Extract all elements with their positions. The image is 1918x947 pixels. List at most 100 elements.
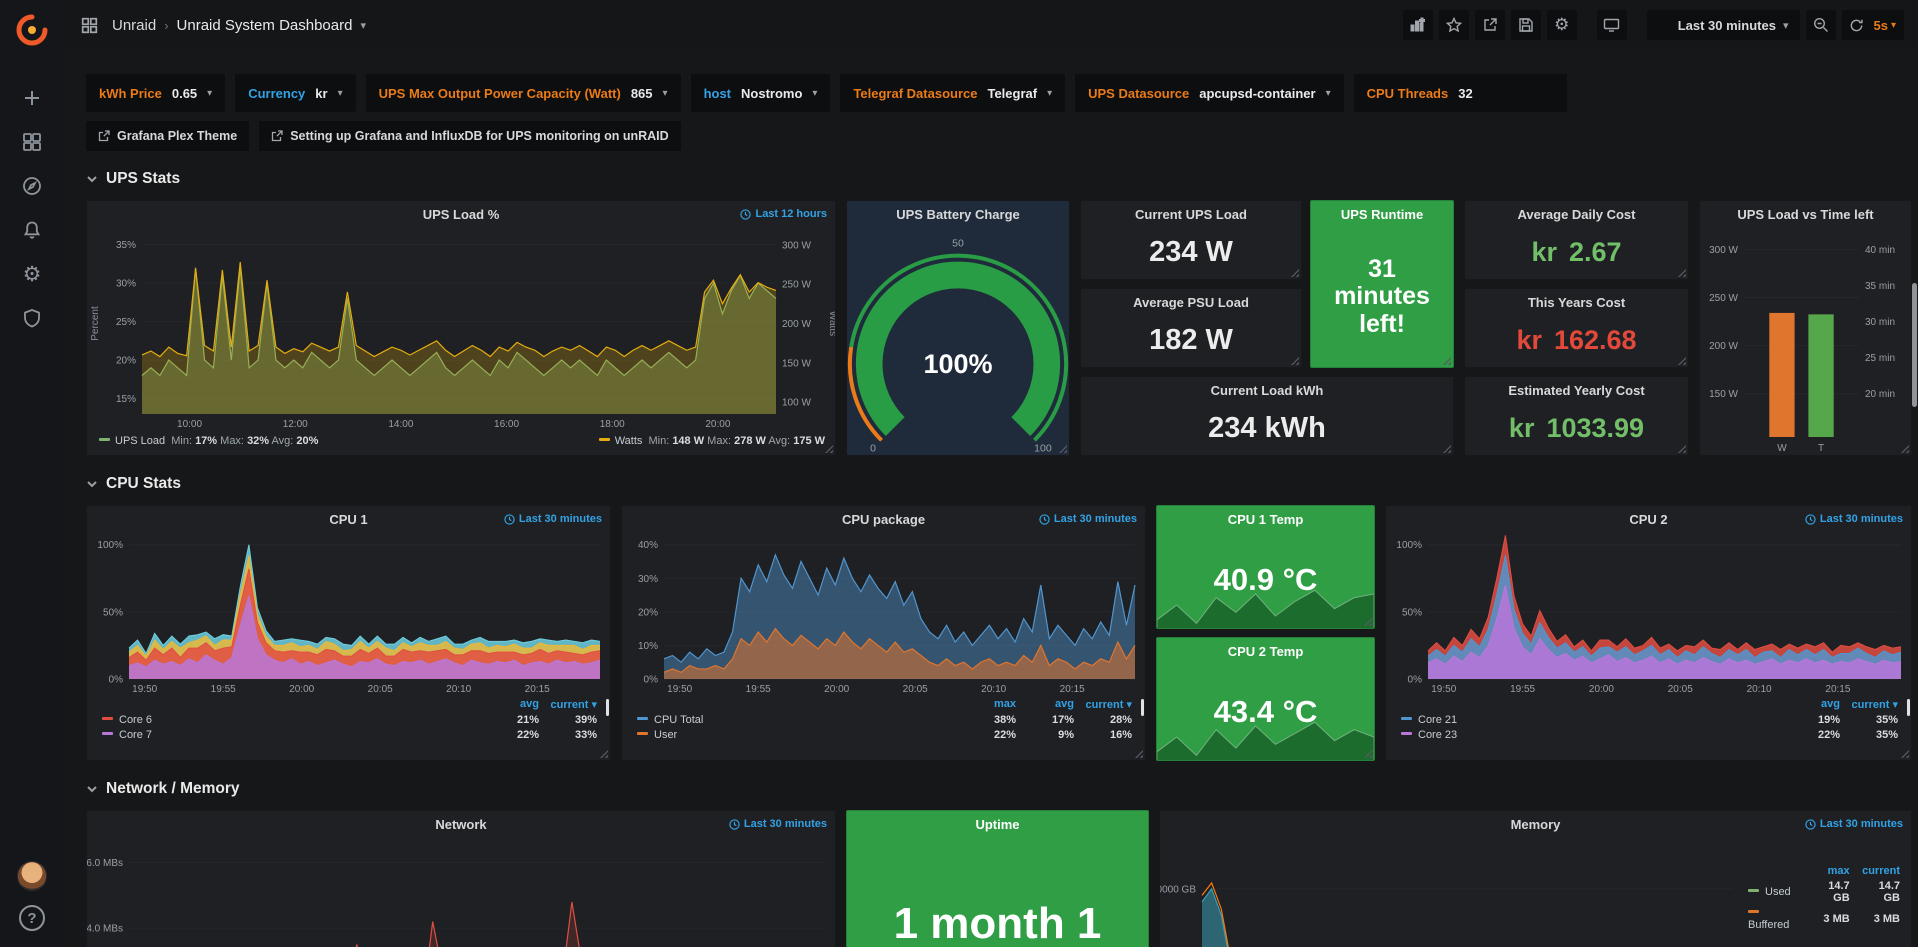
- dashboard-grid-icon[interactable]: [74, 10, 104, 40]
- network-chart[interactable]: 2.0 MBs4.0 MBs6.0 MBs: [87, 837, 835, 947]
- svg-text:200 W: 200 W: [782, 319, 811, 330]
- user-avatar[interactable]: [17, 861, 47, 891]
- stat-value: 182 W: [1081, 315, 1301, 367]
- gear-icon: ⚙: [23, 264, 42, 285]
- memory-legend[interactable]: maxcurrentUsed14.7 GB14.7 GBBuffered3 MB…: [1743, 837, 1911, 947]
- svg-text:18:00: 18:00: [600, 419, 625, 430]
- svg-text:250 W: 250 W: [1709, 293, 1738, 304]
- stat-value: kr2.67: [1465, 227, 1688, 279]
- section-cpu-stats[interactable]: CPU Stats: [86, 470, 1912, 498]
- panel-cpu-package: CPU package Last 30 minutes 0%10%20%30%4…: [621, 505, 1146, 761]
- panel-average-psu-load: Average PSU Load 182 W: [1080, 288, 1302, 368]
- panel-title: Memory: [1511, 817, 1561, 832]
- chevron-down-icon: ▾: [207, 88, 212, 99]
- breadcrumb: Unraid › Unraid System Dashboard ▾: [74, 10, 366, 40]
- svg-text:100 W: 100 W: [782, 398, 811, 409]
- variable-kwh-price[interactable]: kWh Price0.65▾: [86, 74, 225, 112]
- variable-telegraf-datasource[interactable]: Telegraf DatasourceTelegraf▾: [840, 74, 1065, 112]
- sidebar-configuration-button[interactable]: ⚙: [10, 252, 54, 296]
- svg-text:30 min: 30 min: [1865, 317, 1895, 328]
- chevron-down-icon: ▾: [1326, 88, 1331, 99]
- add-panel-button[interactable]: [1403, 10, 1433, 40]
- page-scrollbar[interactable]: [1912, 283, 1917, 407]
- save-button[interactable]: [1511, 10, 1541, 40]
- link-ups-monitoring-guide[interactable]: Setting up Grafana and InfluxDB for UPS …: [259, 121, 680, 151]
- navbar-actions: ⚙ Last 30 minutes ▾ 5: [1403, 10, 1904, 40]
- sidebar-dashboards-button[interactable]: [10, 120, 54, 164]
- panel-current-ups-load: Current UPS Load 234 W: [1080, 200, 1302, 280]
- chevron-down-icon[interactable]: ▾: [360, 19, 366, 32]
- help-button[interactable]: ?: [19, 905, 45, 931]
- panel-title: Network: [435, 817, 486, 832]
- cpu1-chart[interactable]: 0%50%100%19:5019:5520:0020:0520:1020:15: [87, 532, 610, 696]
- svg-text:300 W: 300 W: [782, 240, 811, 251]
- refresh-control[interactable]: 5s ▾: [1842, 10, 1905, 40]
- share-button[interactable]: [1475, 10, 1505, 40]
- panel-ups-load: UPS Load % Last 12 hours 15%20%25%30%35%…: [86, 200, 836, 456]
- variable-cpu-threads[interactable]: CPU Threads32: [1354, 74, 1568, 112]
- panel-title: UPS Battery Charge: [896, 207, 1020, 222]
- svg-text:19:55: 19:55: [1510, 684, 1535, 695]
- star-button[interactable]: [1439, 10, 1469, 40]
- svg-text:25 min: 25 min: [1865, 353, 1895, 364]
- sidebar-create-button[interactable]: [10, 76, 54, 120]
- time-range-picker[interactable]: Last 30 minutes ▾: [1647, 10, 1800, 40]
- zoom-out-button[interactable]: [1806, 10, 1836, 40]
- cpu2-temp-sparkline: [1157, 719, 1374, 760]
- clock-icon: [504, 514, 515, 525]
- cpu2-legend[interactable]: avgcurrent ▾Core 2119%35%Core 2322%35%: [1386, 696, 1911, 760]
- sidebar-explore-button[interactable]: [10, 164, 54, 208]
- sidebar-admin-button[interactable]: [10, 296, 54, 340]
- ups-load-vs-time-chart[interactable]: 150 W200 W250 W300 W20 min25 min30 min35…: [1700, 227, 1911, 455]
- breadcrumb-folder[interactable]: Unraid: [112, 17, 156, 34]
- svg-text:40%: 40%: [638, 540, 658, 551]
- refresh-icon[interactable]: [1842, 10, 1872, 40]
- section-network-memory[interactable]: Network / Memory: [86, 775, 1912, 803]
- svg-text:30%: 30%: [638, 574, 658, 585]
- svg-text:100%: 100%: [1396, 540, 1422, 551]
- svg-text:20:00: 20:00: [289, 684, 314, 695]
- memory-chart[interactable]: 50.000000 GB60.000000 GB70.000000 GB: [1160, 837, 1743, 947]
- cpu1-legend[interactable]: avgcurrent ▾Core 621%39%Core 722%33%: [87, 696, 610, 760]
- ups-load-chart[interactable]: 15%20%25%30%35%100 W150 W200 W250 W300 W…: [87, 227, 835, 431]
- clock-icon: [1805, 819, 1816, 830]
- cpu-package-chart[interactable]: 0%10%20%30%40%19:5019:5520:0020:0520:102…: [622, 532, 1145, 696]
- cpu2-chart[interactable]: 0%50%100%19:5019:5520:0020:0520:1020:15: [1386, 532, 1911, 696]
- ups-battery-gauge[interactable]: 02050100100%: [847, 227, 1069, 455]
- svg-text:19:50: 19:50: [667, 684, 692, 695]
- sidebar-alerting-button[interactable]: [10, 208, 54, 252]
- svg-text:14:00: 14:00: [388, 419, 413, 430]
- panel-network: Network Last 30 minutes 2.0 MBs4.0 MBs6.…: [86, 810, 836, 947]
- svg-text:50%: 50%: [1402, 607, 1422, 618]
- breadcrumb-separator: ›: [164, 18, 168, 33]
- svg-text:70.000000 GB: 70.000000 GB: [1160, 884, 1196, 895]
- variable-ups-max-output[interactable]: UPS Max Output Power Capacity (Watt)865▾: [366, 74, 681, 112]
- panel-ups-runtime: UPS Runtime 31 minutes left!: [1310, 200, 1454, 368]
- svg-text:0%: 0%: [109, 675, 124, 686]
- dashboard-settings-button[interactable]: ⚙: [1547, 10, 1577, 40]
- panel-cpu-2: CPU 2 Last 30 minutes 0%50%100%19:5019:5…: [1385, 505, 1912, 761]
- breadcrumb-title[interactable]: Unraid System Dashboard: [177, 17, 353, 34]
- cpu-package-legend[interactable]: maxavgcurrent ▾CPU Total38%17%28%User22%…: [622, 696, 1145, 760]
- external-link-icon: [271, 130, 283, 142]
- refresh-interval-label: 5s: [1872, 18, 1891, 33]
- svg-text:T: T: [1818, 443, 1824, 454]
- chevron-down-icon: ▾: [1891, 20, 1904, 31]
- dashboard-links: Grafana Plex Theme Setting up Grafana an…: [86, 121, 1912, 151]
- svg-text:150 W: 150 W: [782, 358, 811, 369]
- svg-text:20%: 20%: [116, 356, 136, 367]
- stat-value: 1 month 1: [847, 837, 1148, 947]
- link-grafana-plex-theme[interactable]: Grafana Plex Theme: [86, 121, 249, 151]
- chevron-down-icon: ▾: [663, 88, 668, 99]
- cpu-threads-input[interactable]: 32: [1458, 86, 1554, 101]
- section-ups-stats[interactable]: UPS Stats: [86, 165, 1912, 193]
- chevron-down-icon: ▾: [338, 88, 343, 99]
- network-memory-row: Network Last 30 minutes 2.0 MBs4.0 MBs6.…: [86, 810, 1912, 947]
- variable-host[interactable]: hostNostromo▾: [691, 74, 831, 112]
- variable-ups-datasource[interactable]: UPS Datasourceapcupsd-container▾: [1075, 74, 1343, 112]
- grafana-logo[interactable]: [12, 10, 52, 50]
- tv-mode-button[interactable]: [1597, 10, 1627, 40]
- panel-current-load-kwh: Current Load kWh 234 kWh: [1080, 376, 1454, 456]
- variable-currency[interactable]: Currencykr▾: [235, 74, 355, 112]
- ups-load-legend[interactable]: UPS Load Min: 17% Max: 32% Avg: 20%Watts…: [87, 431, 835, 455]
